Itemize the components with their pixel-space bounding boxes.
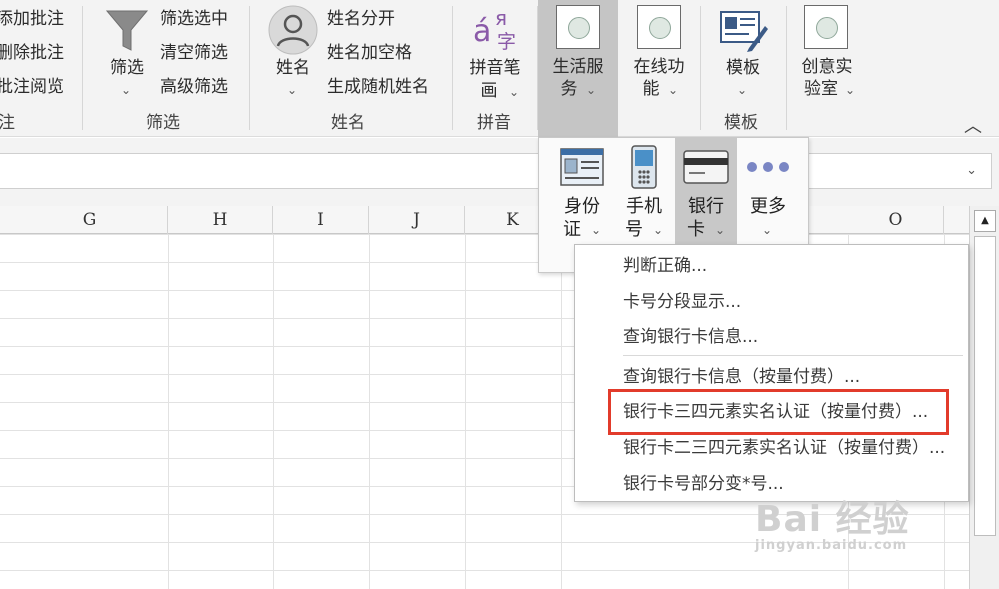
creative-lab-icon bbox=[804, 5, 848, 49]
bank-card-icon bbox=[683, 150, 729, 184]
formula-bar-area: ⌄ bbox=[0, 138, 999, 206]
pinyin-button-label-2: 画 bbox=[480, 81, 498, 101]
view-comments-button[interactable]: 批注阅览 bbox=[0, 77, 64, 97]
menu-item-validate[interactable]: 判断正确... bbox=[623, 255, 707, 277]
creative-lab-button[interactable]: 创意实 验室 ⌄ bbox=[788, 0, 866, 108]
name-button[interactable]: 姓名 ⌄ bbox=[264, 0, 322, 108]
chevron-down-icon: ⌄ bbox=[762, 223, 773, 237]
chevron-down-icon: ⌄ bbox=[591, 223, 602, 237]
pinyin-strokes-button[interactable]: á я 字 拼音笔 画 ⌄ bbox=[461, 0, 529, 108]
life-service-button[interactable]: 生活服 务 ⌄ bbox=[538, 0, 618, 137]
grid-line bbox=[168, 234, 169, 589]
life-service-label-1: 生活服 bbox=[552, 57, 604, 77]
online-features-button[interactable]: 在线功 能 ⌄ bbox=[620, 0, 698, 108]
pinyin-group-label: 拼音 bbox=[477, 113, 511, 133]
watermark-sub: jingyan.baidu.com bbox=[755, 538, 908, 553]
id-card-icon bbox=[560, 148, 604, 186]
filter-button[interactable]: 筛选 ⌄ bbox=[97, 0, 157, 108]
chevron-down-icon: ⌄ bbox=[509, 85, 520, 99]
life-service-label-2: 务 bbox=[560, 79, 578, 99]
formula-input[interactable]: ⌄ bbox=[0, 153, 992, 189]
filter-selected-button[interactable]: 筛选选中 bbox=[160, 9, 228, 29]
scroll-up-arrow-icon[interactable]: ▲ bbox=[974, 210, 996, 232]
name-group: 姓名 ⌄ 姓名分开 姓名加空格 生成随机姓名 姓名 bbox=[250, 0, 451, 137]
filter-group-label: 筛选 bbox=[146, 113, 180, 133]
menu-item-two-three-four-element-auth[interactable]: 银行卡二三四元素实名认证（按量付费）... bbox=[623, 437, 945, 459]
filter-button-label: 筛选 bbox=[110, 58, 144, 78]
menu-item-query-info[interactable]: 查询银行卡信息... bbox=[623, 326, 758, 348]
chevron-down-icon: ⌄ bbox=[586, 83, 597, 97]
pinyin-button-label-1: 拼音笔 bbox=[469, 58, 521, 78]
creative-lab-label-2: 验室 bbox=[804, 79, 838, 99]
add-comment-button[interactable]: 添加批注 bbox=[0, 9, 64, 29]
funnel-icon bbox=[105, 10, 149, 51]
template-group: 模板 ⌄ 模板 bbox=[701, 0, 786, 137]
template-button-label: 模板 bbox=[726, 58, 760, 78]
more-dots-icon bbox=[747, 162, 789, 172]
scroll-thumb[interactable] bbox=[974, 236, 996, 536]
comment-group-label: 注 bbox=[0, 113, 15, 133]
column-headers: G H I J K O bbox=[0, 206, 969, 234]
chevron-down-icon: ⌄ bbox=[287, 83, 298, 97]
column-header-g[interactable]: G bbox=[0, 206, 168, 234]
grid-line bbox=[273, 234, 274, 589]
bank-card-dropdown-menu: 判断正确... 卡号分段显示... 查询银行卡信息... 查询银行卡信息（按量付… bbox=[574, 244, 969, 502]
collapse-ribbon-icon[interactable]: ︿ bbox=[964, 112, 982, 138]
pinyin-glyph-zi: 字 bbox=[497, 31, 517, 53]
grid-line bbox=[369, 234, 370, 589]
menu-item-segment-display[interactable]: 卡号分段显示... bbox=[623, 291, 741, 313]
online-features-icon bbox=[637, 5, 681, 49]
online-features-label-1: 在线功 bbox=[633, 57, 685, 77]
chevron-down-icon: ⌄ bbox=[737, 83, 748, 97]
expand-formula-chevron-icon[interactable]: ⌄ bbox=[966, 163, 977, 178]
column-header-j[interactable]: J bbox=[369, 206, 465, 234]
ribbon-separator bbox=[786, 6, 787, 130]
chevron-down-icon: ⌄ bbox=[121, 83, 132, 97]
creative-lab-label-1: 创意实 bbox=[801, 57, 853, 77]
template-group-label: 模板 bbox=[724, 113, 758, 133]
id-card-label-1: 身份 bbox=[564, 196, 600, 217]
column-header-i[interactable]: I bbox=[273, 206, 369, 234]
menu-divider bbox=[623, 355, 963, 356]
vertical-scrollbar[interactable]: ▲ bbox=[969, 206, 999, 589]
template-button[interactable]: 模板 ⌄ bbox=[709, 0, 777, 108]
grid-line bbox=[561, 234, 562, 589]
template-icon bbox=[720, 11, 768, 52]
random-name-button[interactable]: 生成随机姓名 bbox=[327, 77, 429, 97]
bank-card-label-1: 银行 bbox=[688, 196, 724, 217]
grid-line bbox=[465, 234, 466, 589]
watermark: Bai 经验 jingyan.baidu.com bbox=[755, 490, 910, 553]
chevron-down-icon: ⌄ bbox=[845, 83, 856, 97]
highlight-box bbox=[608, 389, 949, 435]
comment-group: 添加批注 删除批注 批注阅览 注 bbox=[0, 0, 82, 137]
column-header-o[interactable]: O bbox=[848, 206, 944, 234]
watermark-main: Bai 经验 bbox=[755, 499, 910, 540]
bank-card-button[interactable]: 银行 卡 ⌄ bbox=[675, 138, 737, 244]
name-add-space-button[interactable]: 姓名加空格 bbox=[327, 43, 412, 63]
menu-item-query-info-paid[interactable]: 查询银行卡信息（按量付费）... bbox=[623, 366, 860, 388]
chevron-down-icon: ⌄ bbox=[715, 223, 726, 237]
name-button-label: 姓名 bbox=[276, 58, 310, 78]
online-features-label-2: 能 bbox=[642, 79, 660, 99]
chevron-down-icon: ⌄ bbox=[668, 83, 679, 97]
user-avatar-icon bbox=[268, 5, 318, 55]
pinyin-group: á я 字 拼音笔 画 ⌄ 拼音 bbox=[453, 0, 537, 137]
advanced-filter-button[interactable]: 高级筛选 bbox=[160, 77, 228, 97]
column-header-h[interactable]: H bbox=[168, 206, 273, 234]
pinyin-icon: á я 字 bbox=[473, 6, 521, 54]
pinyin-glyph-a: á bbox=[473, 14, 492, 49]
mobile-phone-icon bbox=[631, 145, 657, 189]
more-button[interactable]: 更多 ⌄ bbox=[737, 138, 799, 244]
more-label: 更多 bbox=[750, 196, 786, 217]
delete-comment-button[interactable]: 删除批注 bbox=[0, 43, 64, 63]
mobile-phone-label-1: 手机 bbox=[626, 196, 662, 217]
life-service-icon bbox=[556, 5, 600, 49]
clear-filter-button[interactable]: 清空筛选 bbox=[160, 43, 228, 63]
name-group-label: 姓名 bbox=[331, 113, 365, 133]
ribbon: 添加批注 删除批注 批注阅览 注 筛选 ⌄ 筛选选中 清空筛选 高级筛选 筛选 … bbox=[0, 0, 999, 137]
split-name-button[interactable]: 姓名分开 bbox=[327, 9, 395, 29]
filter-group: 筛选 ⌄ 筛选选中 清空筛选 高级筛选 筛选 bbox=[83, 0, 248, 137]
chevron-down-icon: ⌄ bbox=[653, 223, 664, 237]
